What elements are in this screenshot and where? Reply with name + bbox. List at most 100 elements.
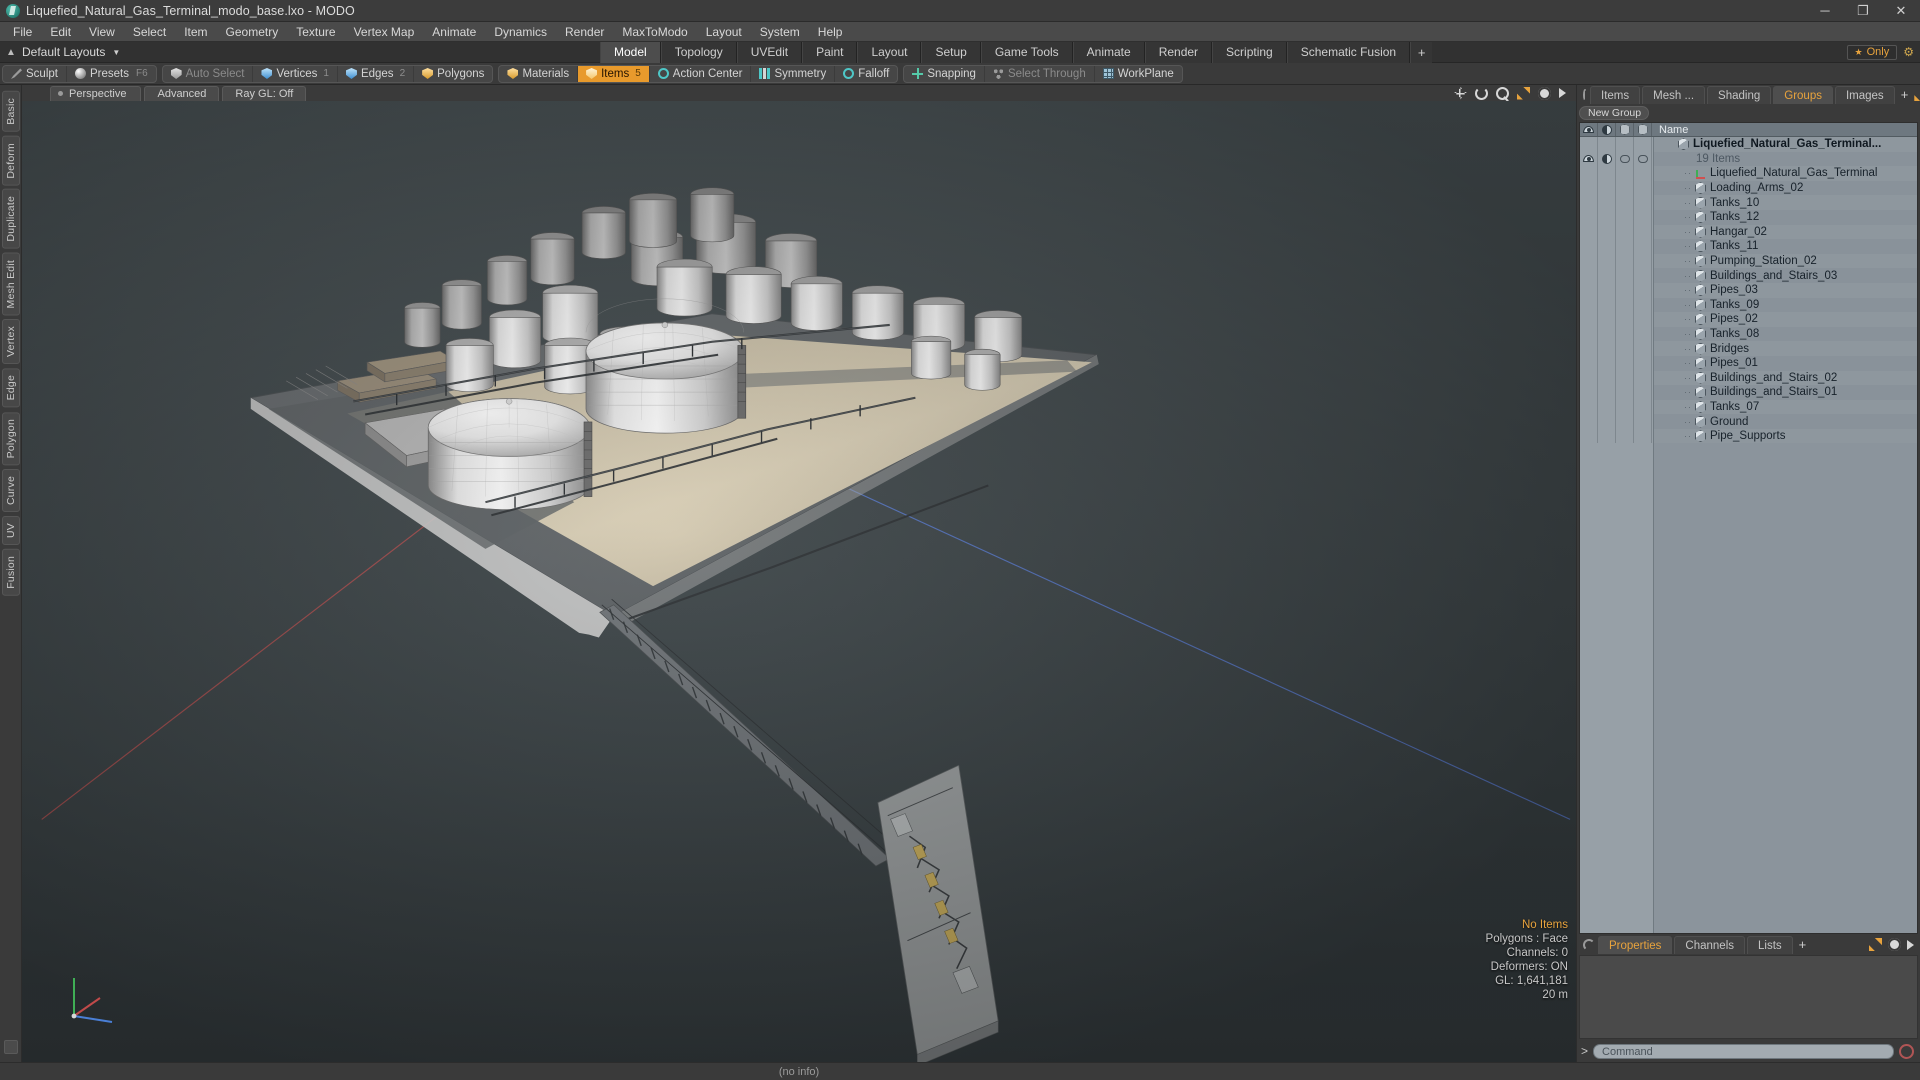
rail-tab-polygon[interactable]: Polygon <box>1 411 20 466</box>
list-item[interactable]: ·· Pipes_02 <box>1654 312 1917 327</box>
column-shading[interactable] <box>1598 123 1616 136</box>
gutter-cell[interactable] <box>1616 151 1634 167</box>
right-tab-groups[interactable]: Groups <box>1773 86 1833 104</box>
list-item[interactable]: ·· Pipes_03 <box>1654 282 1917 298</box>
list-item[interactable]: ·· Pumping_Station_02 <box>1654 253 1917 269</box>
add-tab-button[interactable]: + <box>1897 87 1915 104</box>
list-item[interactable]: ·· Tanks_10 <box>1654 195 1917 210</box>
half-circle-icon[interactable] <box>1601 153 1612 164</box>
toggle-box-icon[interactable] <box>1637 154 1648 163</box>
menu-item-edit[interactable]: Edit <box>41 22 80 42</box>
list-item[interactable]: ·· Tanks_08 <box>1654 326 1917 342</box>
list-item[interactable]: ·· Pipe_Supports <box>1654 428 1917 444</box>
menu-item-render[interactable]: Render <box>556 22 613 42</box>
new-group-button[interactable]: New Group <box>1579 106 1649 120</box>
rail-tab-mesh-edit[interactable]: Mesh Edit <box>1 252 20 316</box>
mode-button-select-through[interactable]: Select Through <box>985 65 1095 82</box>
item-count-row[interactable]: 19 Items <box>1654 151 1917 167</box>
layout-tab-game-tools[interactable]: Game Tools <box>980 42 1073 63</box>
layout-tab-animate[interactable]: Animate <box>1072 42 1145 63</box>
right-tab-mesh[interactable]: Mesh ... <box>1642 86 1706 104</box>
mode-button-workplane[interactable]: WorkPlane <box>1095 66 1182 82</box>
layout-tab-render[interactable]: Render <box>1144 42 1213 63</box>
list-item[interactable]: ·· Loading_Arms_02 <box>1654 180 1917 196</box>
menu-item-geometry[interactable]: Geometry <box>217 22 288 42</box>
menu-item-maxtomodo[interactable]: MaxToModo <box>613 22 696 42</box>
mode-button-action-center[interactable]: Action Center <box>650 65 752 82</box>
arrow-right-icon[interactable] <box>1907 939 1914 950</box>
minimize-button[interactable]: ─ <box>1806 0 1844 22</box>
menu-item-help[interactable]: Help <box>809 22 852 42</box>
gutter-cell[interactable] <box>1634 151 1652 167</box>
properties-tab-channels[interactable]: Channels <box>1674 936 1746 954</box>
menu-item-layout[interactable]: Layout <box>697 22 751 42</box>
gutter-cell[interactable] <box>1580 151 1598 167</box>
viewport-tab-advanced[interactable]: Advanced <box>144 85 220 101</box>
add-layout-tab-button[interactable]: + <box>1410 42 1433 63</box>
mode-button-snapping[interactable]: Snapping <box>904 65 985 82</box>
menu-item-dynamics[interactable]: Dynamics <box>485 22 556 42</box>
column-lock[interactable] <box>1634 123 1652 136</box>
layout-tab-setup[interactable]: Setup <box>921 42 981 63</box>
mode-button-vertices[interactable]: Vertices 1 <box>253 65 338 82</box>
mode-button-edges[interactable]: Edges 2 <box>338 65 415 82</box>
viewport-tab-raygl[interactable]: Ray GL: Off <box>222 85 307 101</box>
group-row[interactable]: Liquefied_Natural_Gas_Terminal... <box>1654 137 1917 152</box>
rotate-icon[interactable] <box>1475 86 1488 100</box>
list-body[interactable]: Liquefied_Natural_Gas_Terminal... 19 Item… <box>1580 137 1917 933</box>
viewport-tab-perspective[interactable]: Perspective <box>50 85 142 101</box>
expand-icon[interactable] <box>1914 88 1920 101</box>
layout-tab-layout[interactable]: Layout <box>857 42 922 63</box>
list-item[interactable]: ·· Tanks_11 <box>1654 239 1917 254</box>
mode-button-falloff[interactable]: Falloff <box>835 66 897 82</box>
list-item[interactable]: ·· Buildings_and_Stairs_02 <box>1654 370 1917 386</box>
rail-tab-vertex[interactable]: Vertex <box>1 319 20 365</box>
maximize-button[interactable]: ❐ <box>1844 0 1882 22</box>
close-button[interactable]: ✕ <box>1882 0 1920 22</box>
column-visibility[interactable] <box>1580 123 1598 136</box>
panel-spinner-icon[interactable] <box>1583 939 1595 951</box>
eye-icon[interactable] <box>1583 155 1594 163</box>
list-item[interactable]: ·· Hangar_02 <box>1654 224 1917 240</box>
toggle-box-icon[interactable] <box>1619 154 1630 163</box>
menu-item-file[interactable]: File <box>4 22 41 42</box>
list-item[interactable]: ·· Tanks_07 <box>1654 399 1917 415</box>
rail-tab-edge[interactable]: Edge <box>1 368 20 408</box>
list-item[interactable]: ·· Buildings_and_Stairs_01 <box>1654 385 1917 400</box>
rail-extra-button[interactable] <box>3 1040 18 1054</box>
expand-icon[interactable] <box>1869 938 1882 951</box>
layout-tab-scripting[interactable]: Scripting <box>1212 42 1287 63</box>
list-item[interactable]: ·· Buildings_and_Stairs_03 <box>1654 268 1917 283</box>
command-input[interactable]: Command <box>1593 1043 1894 1059</box>
list-item[interactable]: ·· Liquefied_Natural_Gas_Terminal <box>1654 166 1917 181</box>
search-icon[interactable] <box>1496 86 1509 100</box>
rail-tab-uv[interactable]: UV <box>1 516 20 546</box>
layout-tab-schematic-fusion[interactable]: Schematic Fusion <box>1286 42 1411 63</box>
right-tab-shading[interactable]: Shading <box>1707 86 1772 104</box>
arrow-up-icon[interactable]: ▲ <box>0 47 22 58</box>
default-layouts-label[interactable]: Default Layouts <box>22 45 109 59</box>
menu-item-select[interactable]: Select <box>124 22 175 42</box>
menu-item-texture[interactable]: Texture <box>287 22 344 42</box>
rail-tab-duplicate[interactable]: Duplicate <box>1 189 20 249</box>
viewport-3d[interactable]: No Items Polygons : Face Channels: 0 Def… <box>22 101 1576 1062</box>
gear-icon[interactable]: ⚙ <box>1903 45 1914 59</box>
mode-button-auto-select[interactable]: Auto Select <box>163 65 254 82</box>
rail-tab-curve[interactable]: Curve <box>1 469 20 513</box>
gear-icon[interactable] <box>1538 86 1551 100</box>
list-item[interactable]: ·· Tanks_12 <box>1654 209 1917 225</box>
menu-item-animate[interactable]: Animate <box>423 22 485 42</box>
record-icon[interactable] <box>1899 1043 1914 1059</box>
move-icon[interactable] <box>1454 87 1467 100</box>
list-item[interactable]: ·· Tanks_09 <box>1654 297 1917 313</box>
menu-item-system[interactable]: System <box>751 22 809 42</box>
menu-item-vertex-map[interactable]: Vertex Map <box>345 22 424 42</box>
list-item[interactable]: ·· Bridges <box>1654 341 1917 356</box>
properties-tab-properties[interactable]: Properties <box>1598 936 1673 954</box>
right-tab-images[interactable]: Images <box>1834 86 1895 104</box>
arrow-right-icon[interactable] <box>1559 88 1566 98</box>
layout-tab-uvedit[interactable]: UVEdit <box>736 42 803 63</box>
mode-button-sculpt[interactable]: Sculpt <box>3 65 67 82</box>
gutter-cell[interactable] <box>1598 151 1616 167</box>
layout-tab-paint[interactable]: Paint <box>802 42 858 63</box>
